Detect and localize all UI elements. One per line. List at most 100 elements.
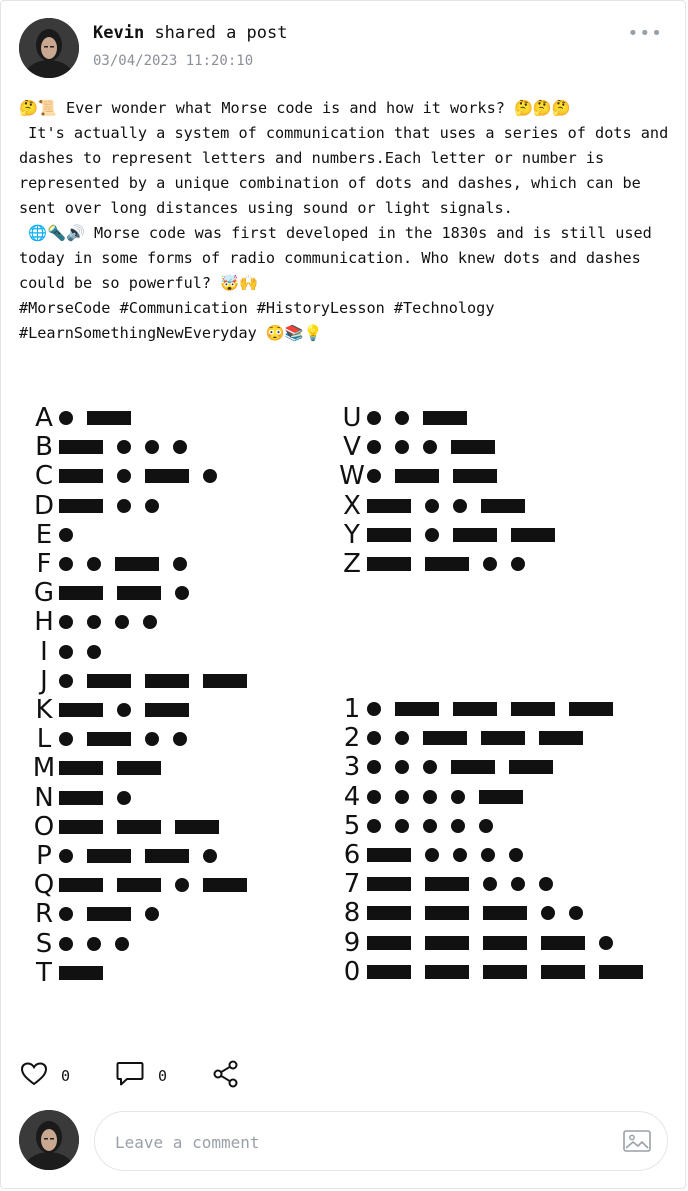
comment-button[interactable]: 0	[116, 1061, 167, 1091]
morse-dash	[367, 935, 411, 950]
morse-character: 6	[343, 840, 361, 870]
current-user-avatar[interactable]	[19, 1110, 79, 1170]
like-button[interactable]: 0	[20, 1062, 71, 1090]
morse-dash	[423, 411, 467, 425]
morse-dot	[425, 498, 439, 513]
morse-dash	[425, 877, 469, 892]
morse-dot	[395, 760, 409, 775]
morse-character: 7	[343, 869, 361, 900]
morse-dash	[87, 907, 131, 922]
morse-row-U: U	[337, 403, 481, 433]
morse-row-A: A	[29, 403, 145, 433]
morse-row-L: L	[29, 724, 201, 754]
morse-character: Q	[33, 870, 55, 901]
morse-row-B: B	[29, 432, 201, 462]
morse-dot	[541, 906, 555, 921]
morse-dash	[509, 760, 553, 775]
morse-dot	[367, 440, 381, 455]
morse-row-J: J	[29, 666, 261, 696]
morse-dash	[203, 878, 247, 893]
morse-code-chart-image[interactable]: ABCDEFGHIJKLMNOPQRST UVWXYZ 1234567890	[19, 366, 667, 1031]
morse-dot	[87, 615, 101, 630]
morse-dash	[511, 527, 555, 542]
morse-dot	[423, 818, 437, 833]
morse-dash	[203, 673, 247, 688]
author-name[interactable]: Kevin	[93, 23, 144, 43]
comment-bubble-icon	[116, 1061, 144, 1091]
morse-row-6: 6	[337, 840, 537, 870]
morse-dot	[117, 703, 131, 717]
morse-dash	[59, 761, 103, 776]
morse-character: 9	[343, 927, 361, 958]
morse-dot	[367, 469, 381, 484]
morse-dot	[453, 498, 467, 513]
morse-dot	[115, 936, 129, 951]
like-count: 0	[61, 1067, 71, 1085]
morse-character: A	[35, 403, 53, 433]
morse-character: T	[36, 957, 52, 988]
morse-dash	[175, 819, 219, 834]
morse-dash	[483, 906, 527, 921]
heart-icon	[20, 1062, 48, 1090]
comment-composer	[94, 1111, 668, 1172]
morse-dot	[59, 644, 73, 659]
morse-dot	[539, 877, 553, 892]
morse-dot	[423, 440, 437, 455]
morse-row-V: V	[337, 432, 509, 462]
morse-dash	[59, 469, 103, 484]
morse-row-Y: Y	[337, 520, 569, 550]
morse-dot	[145, 907, 159, 922]
morse-dot	[423, 789, 437, 804]
morse-character: Z	[343, 549, 361, 579]
morse-dot	[203, 849, 217, 863]
morse-dash	[59, 498, 103, 513]
morse-character: M	[32, 753, 56, 784]
morse-dot	[173, 440, 187, 455]
morse-character: 1	[343, 694, 361, 724]
morse-dot	[395, 411, 409, 425]
morse-dot	[367, 818, 381, 833]
image-icon[interactable]	[623, 1130, 651, 1152]
share-button[interactable]	[213, 1060, 239, 1092]
morse-character: E	[35, 519, 53, 550]
morse-character: R	[34, 899, 54, 930]
morse-dot	[511, 877, 525, 892]
morse-dash	[423, 731, 467, 746]
morse-row-9: 9	[337, 927, 627, 958]
morse-dash	[145, 469, 189, 484]
morse-dot	[509, 848, 523, 862]
morse-dash	[425, 964, 469, 979]
morse-dash	[511, 702, 555, 716]
morse-character: 0	[343, 956, 361, 987]
morse-row-K: K	[29, 695, 203, 725]
morse-character: 4	[343, 781, 361, 812]
morse-dash	[59, 790, 103, 805]
morse-dot	[145, 498, 159, 513]
morse-character: C	[34, 461, 54, 492]
morse-dot	[87, 557, 101, 571]
morse-row-W: W	[337, 461, 511, 491]
comment-input[interactable]	[113, 1112, 617, 1172]
morse-dot	[175, 586, 189, 601]
morse-dash	[115, 557, 159, 571]
morse-row-I: I	[29, 637, 115, 667]
morse-dot	[59, 936, 73, 951]
morse-row-1: 1	[337, 694, 627, 724]
morse-dot	[59, 527, 73, 542]
morse-dash	[453, 527, 497, 542]
morse-dot	[511, 557, 525, 571]
morse-character: F	[36, 549, 52, 579]
morse-dot	[203, 469, 217, 484]
morse-dot	[59, 673, 73, 688]
morse-row-H: H	[29, 607, 171, 637]
morse-dot	[481, 848, 495, 862]
author-avatar[interactable]	[19, 18, 79, 78]
morse-row-R: R	[29, 899, 173, 930]
morse-dash	[59, 965, 103, 980]
post-timestamp: 03/04/2023 11:20:10	[93, 53, 254, 69]
morse-dash	[451, 760, 495, 775]
post-header: Kevin shared a post	[93, 23, 288, 43]
morse-dot	[483, 877, 497, 892]
more-options-icon[interactable]: •••	[627, 23, 663, 44]
morse-dot	[145, 440, 159, 455]
